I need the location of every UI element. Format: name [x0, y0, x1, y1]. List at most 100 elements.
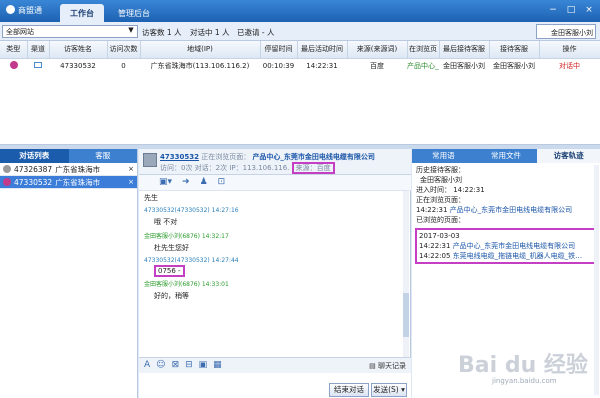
- emoji-icon[interactable]: ☺: [156, 360, 165, 371]
- image-icon[interactable]: ▣: [199, 360, 208, 371]
- conversation-id: 47330532: [14, 177, 53, 187]
- visitor-table: 类型 渠道 访客姓名 访问次数 地域(IP) 停留时间 最后活动时间 来源(来源…: [0, 41, 600, 145]
- screenshot-icon[interactable]: ⊠: [172, 360, 180, 371]
- table-header-row: 类型 渠道 访客姓名 访问次数 地域(IP) 停留时间 最后活动时间 来源(来源…: [0, 41, 600, 59]
- col-last-service[interactable]: 最后接待客服: [439, 41, 490, 59]
- col-stay-time[interactable]: 停留时间: [260, 41, 298, 59]
- col-action[interactable]: 操作: [539, 41, 600, 59]
- track-page-link[interactable]: 产品中心_东莞市金田电线电缆有限公司: [453, 242, 576, 250]
- tab-common-phrases[interactable]: 常用语: [412, 149, 475, 163]
- visitor-region: 广东省珠海市(113.106.116.2): [150, 62, 250, 71]
- conversation-panel: 对话列表 客服 47326387 广东省珠海市 × 47330532 广东省珠海…: [0, 149, 138, 398]
- chat-header-line2: 访问：0次 对话：2次 IP：113.106.116. 来源：百度: [160, 162, 335, 174]
- visited-label: 已浏览的页面：: [416, 216, 465, 224]
- app-logo-icon: [6, 5, 15, 14]
- visitor-icon: [3, 165, 11, 173]
- message-text: 哦 不对: [154, 218, 178, 226]
- folder-icon[interactable]: ▣▾: [159, 177, 172, 188]
- tab-conversation-list[interactable]: 对话列表: [0, 149, 69, 163]
- current-page[interactable]: 产品中心_东: [407, 58, 439, 74]
- current-page-time: 14:22:31: [416, 206, 448, 214]
- type-cell: [0, 58, 27, 74]
- visitor-id-link[interactable]: 47330532: [160, 153, 199, 161]
- current-page-link[interactable]: 产品中心_东莞市金田电线电缆有限公司: [450, 206, 573, 214]
- browsing-label: 正在浏览页面：: [201, 153, 251, 161]
- minimize-icon[interactable]: −: [546, 4, 560, 16]
- end-chat-button[interactable]: 结束对话: [329, 383, 369, 397]
- visitor-icon: [3, 178, 11, 186]
- col-last-active[interactable]: 最后活动时间: [297, 41, 348, 59]
- font-icon[interactable]: A: [144, 360, 150, 371]
- service: 金田客服小刘: [493, 62, 535, 71]
- file-icon[interactable]: ⊟: [185, 360, 193, 371]
- col-visit-count[interactable]: 访问次数: [107, 41, 141, 59]
- app-logo: 商盟通: [6, 5, 42, 16]
- history-link[interactable]: ▤ 聊天记录: [369, 361, 406, 371]
- visitor-type-icon: [9, 61, 18, 70]
- visitor-count: 访客数 1 人: [142, 28, 182, 37]
- source: 百度: [370, 62, 384, 71]
- close-icon[interactable]: ×: [128, 178, 134, 186]
- history-agent: 金田客服小刘: [420, 176, 462, 184]
- message-meta: 47330532(47330532) 14:27:44: [144, 257, 239, 264]
- table-row[interactable]: 47330532 0 广东省珠海市(113.106.116.2) 00:10:3…: [0, 58, 600, 74]
- app-name: 商盟通: [18, 6, 42, 15]
- col-source[interactable]: 来源(来源词): [347, 41, 408, 59]
- browsing-page[interactable]: 产品中心_东莞市金田电线电缆有限公司: [252, 153, 375, 161]
- watermark-url: jingyan.baidu.com: [492, 377, 557, 385]
- chat-status[interactable]: 对话中: [539, 58, 600, 74]
- current-user[interactable]: 金田客服小刘: [536, 24, 596, 39]
- visit-count: 0: [121, 62, 126, 71]
- table-icon[interactable]: ▦: [213, 360, 222, 371]
- chat-header: 47330532 正在浏览页面： 产品中心_东莞市金田电线电缆有限公司 访问：0…: [139, 149, 411, 175]
- track-entry: 14:22:05 东莞电线电缆_拖链电缆_机器人电缆_铁…: [419, 251, 592, 261]
- source-info: 来源：百度: [291, 162, 335, 174]
- browsing-label: 正在浏览页面：: [416, 196, 465, 204]
- track-date: 2017-03-03: [419, 232, 460, 240]
- chat-scroll-thumb[interactable]: [403, 293, 409, 337]
- tab-common-files[interactable]: 常用文件: [475, 149, 538, 163]
- window-buttons: − □ ×: [546, 4, 596, 16]
- track-history-box: 2017-03-03 14:22:31 产品中心_东莞市金田电线电缆有限公司 1…: [415, 228, 596, 264]
- channel-cell: [27, 58, 49, 74]
- tab-admin[interactable]: 管理后台: [108, 4, 160, 22]
- toolbar: 全部网站 ▼ 访客数 1 人 对话中 1 人 已邀请 - 人 金田客服小刘: [0, 22, 600, 41]
- watermark-logo: Bai du 经验: [458, 353, 588, 378]
- list-item[interactable]: 47330532 广东省珠海市 ×: [0, 176, 137, 189]
- transfer-icon[interactable]: ➜: [182, 177, 190, 188]
- message-text: 好的，稍等: [154, 292, 189, 300]
- site-select[interactable]: 全部网站 ▼: [2, 25, 138, 38]
- close-icon[interactable]: ×: [582, 4, 596, 16]
- col-page[interactable]: 在浏览页: [407, 41, 440, 59]
- message-meta: 金田客服小刘(6876) 14:33:01: [144, 281, 229, 288]
- col-channel[interactable]: 渠道: [27, 41, 50, 59]
- track-page-link[interactable]: 东莞电线电缆_拖链电缆_机器人电缆_铁…: [453, 252, 583, 260]
- user-icon[interactable]: ♟: [200, 177, 208, 188]
- track-entry: 14:22:31 产品中心_东莞市金田电线电缆有限公司: [419, 241, 592, 251]
- conversation-tabs: 对话列表 客服: [0, 149, 137, 163]
- history-icon: ▤: [369, 362, 378, 370]
- message-text: 杜先生您好: [154, 244, 189, 252]
- col-region[interactable]: 地域(IP): [140, 41, 261, 59]
- tab-workbench[interactable]: 工作台: [60, 4, 104, 22]
- chat-toolbar: ▣▾ ➜ ♟ ⊡: [139, 175, 411, 191]
- current-page-line: 14:22:31 产品中心_东莞市金田电线电缆有限公司: [416, 205, 596, 215]
- close-icon[interactable]: ×: [128, 165, 134, 173]
- tab-visitor-track[interactable]: 访客轨迹: [537, 149, 600, 163]
- message-text: 先生: [144, 194, 158, 202]
- tab-agents[interactable]: 客服: [69, 149, 138, 163]
- col-service[interactable]: 接待客服: [489, 41, 540, 59]
- lock-icon[interactable]: ⊡: [218, 177, 226, 188]
- col-type[interactable]: 类型: [0, 41, 28, 59]
- send-button[interactable]: 发送(S) ▾: [371, 383, 407, 397]
- list-item[interactable]: 47326387 广东省珠海市 ×: [0, 163, 137, 176]
- watermark: Bai du 经验 jingyan.baidu.com: [458, 347, 598, 387]
- last-service: 金田客服小刘: [443, 62, 485, 71]
- visitor-name: 47330532: [60, 62, 96, 71]
- col-visitor-name[interactable]: 访客姓名: [49, 41, 108, 59]
- message-meta: 金田客服小刘(6876) 14:32:17: [144, 233, 229, 240]
- visitor-track: 历史接待客服： 金田客服小刘 进入时间： 14:22:31 正在浏览页面： 14…: [412, 163, 600, 266]
- maximize-icon[interactable]: □: [564, 4, 578, 16]
- conversation-id: 47326387: [14, 164, 53, 174]
- chat-scrollbar[interactable]: [403, 191, 409, 357]
